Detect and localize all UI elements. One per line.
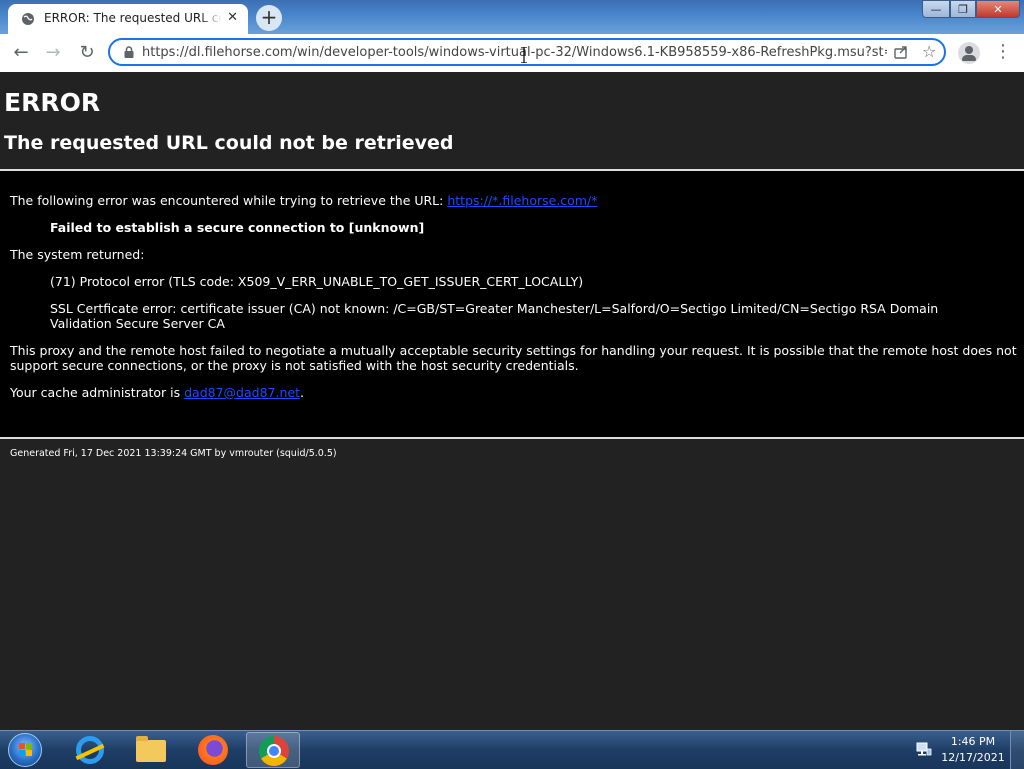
admin-text: Your cache administrator is: [10, 385, 185, 400]
reload-icon[interactable]: ↻: [74, 40, 100, 66]
minimize-button[interactable]: —: [922, 0, 950, 18]
taskbar-firefox[interactable]: [186, 732, 240, 768]
admin-line: Your cache administrator is dad87@dad87.…: [10, 385, 304, 400]
page-subtitle: The requested URL could not be retrieved: [4, 132, 454, 154]
share-icon[interactable]: [892, 43, 910, 61]
intro-text: The following error was encountered whil…: [10, 193, 448, 208]
address-bar[interactable]: https://dl.filehorse.com/win/developer-t…: [108, 38, 946, 66]
clock-time[interactable]: 1:46 PM: [950, 735, 996, 748]
chrome-icon: [259, 736, 289, 766]
bookmark-star-icon[interactable]: ☆: [922, 42, 936, 61]
url-text[interactable]: https://dl.filehorse.com/win/developer-t…: [142, 45, 887, 60]
close-window-button[interactable]: ✕: [976, 0, 1020, 18]
globe-icon: [22, 13, 34, 25]
browser-tab[interactable]: ERROR: The requested URL could not be re…: [8, 4, 248, 34]
proxy-explanation-line-2: support secure connections, or the proxy…: [10, 358, 579, 373]
failure-message: Failed to establish a secure connection …: [50, 220, 425, 235]
file-explorer-icon: [136, 736, 166, 762]
maximize-button[interactable]: ❐: [950, 0, 976, 18]
ssl-error-line-1: SSL Certficate error: certificate issuer…: [50, 301, 939, 316]
ssl-error-line-2: Validation Secure Server CA: [50, 316, 225, 331]
taskbar-file-explorer[interactable]: [124, 732, 178, 768]
taskbar-internet-explorer[interactable]: [64, 732, 118, 768]
tab-title: ERROR: The requested URL could not be re…: [44, 11, 222, 25]
back-arrow-icon[interactable]: ←: [8, 40, 34, 66]
admin-period: .: [299, 385, 304, 400]
proxy-explanation-line-1: This proxy and the remote host failed to…: [10, 343, 1017, 358]
footer-generated: Generated Fri, 17 Dec 2021 13:39:24 GMT …: [10, 448, 337, 459]
browser-toolbar: ← → ↻ https://dl.filehorse.com/win/devel…: [0, 34, 1024, 73]
kebab-menu-icon[interactable]: ⋮: [994, 42, 1012, 62]
firefox-icon: [198, 735, 228, 765]
clock-date[interactable]: 12/17/2021: [940, 751, 1006, 764]
error-details-panel: The following error was encountered whil…: [0, 171, 1024, 437]
text-cursor-icon: [521, 47, 527, 63]
tab-close-icon[interactable]: ✕: [227, 10, 238, 25]
system-returned-label: The system returned:: [10, 247, 145, 262]
intro-line: The following error was encountered whil…: [10, 193, 597, 208]
forward-arrow-icon[interactable]: →: [40, 40, 66, 66]
show-desktop-button[interactable]: [1010, 731, 1024, 769]
divider: [0, 437, 1024, 439]
protocol-error: (71) Protocol error (TLS code: X509_V_ER…: [50, 274, 584, 289]
admin-email-link[interactable]: dad87@dad87.net: [184, 385, 300, 400]
page-title: ERROR: [4, 88, 101, 117]
taskbar-chrome[interactable]: [246, 732, 300, 768]
lock-icon[interactable]: [122, 45, 136, 59]
taskbar: 1:46 PM 12/17/2021: [0, 730, 1024, 769]
new-tab-button[interactable]: +: [256, 5, 282, 31]
profile-avatar-icon[interactable]: [958, 42, 980, 64]
requested-url-link[interactable]: https://*.filehorse.com/*: [447, 193, 597, 208]
internet-explorer-icon: [76, 736, 104, 764]
start-button[interactable]: [8, 733, 42, 767]
error-page: ERROR The requested URL could not be ret…: [0, 72, 1024, 730]
browser-title-bar: ERROR: The requested URL could not be re…: [0, 0, 1024, 34]
network-icon[interactable]: [916, 741, 932, 757]
